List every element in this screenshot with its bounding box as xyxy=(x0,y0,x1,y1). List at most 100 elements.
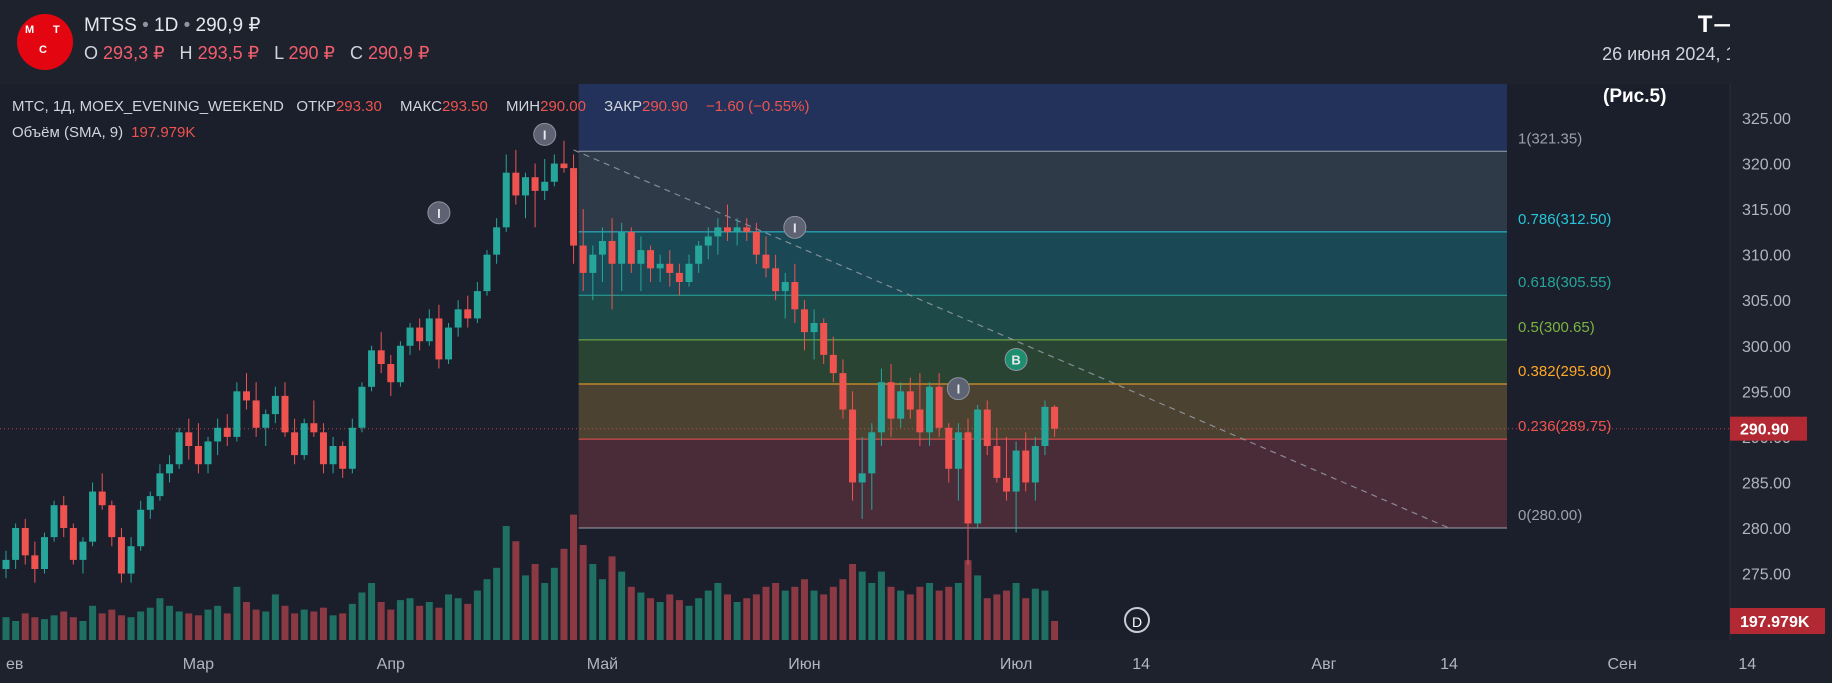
volume-bar xyxy=(964,560,972,640)
event-marker-label: I xyxy=(957,382,961,397)
price-tick-label: 320.00 xyxy=(1742,157,1791,174)
volume-bar xyxy=(204,609,212,640)
candle-body xyxy=(618,231,626,264)
volume-bar xyxy=(512,541,520,640)
volume-bar xyxy=(868,583,876,640)
candle-body xyxy=(445,327,453,360)
candle-body xyxy=(50,505,58,538)
volume-bar xyxy=(791,586,799,640)
candle-body xyxy=(281,395,289,433)
price-tick-label: 305.00 xyxy=(1742,293,1791,310)
volume-legend[interactable]: Объём (SMA, 9) 197.979K xyxy=(12,124,195,141)
time-tick-label: Июл xyxy=(1000,656,1032,673)
volume-bar xyxy=(772,583,780,640)
candle-body xyxy=(368,350,376,387)
candle-body xyxy=(1041,406,1049,446)
volume-bar xyxy=(887,586,895,640)
volume-bar xyxy=(906,594,914,640)
candle-body xyxy=(194,446,202,465)
candle-body xyxy=(781,282,789,292)
volume-bar xyxy=(358,592,366,640)
candle-body xyxy=(743,227,751,232)
candle-body xyxy=(464,309,472,319)
volume-bar xyxy=(550,567,558,640)
volume-bar xyxy=(194,615,202,640)
volume-bar xyxy=(589,564,597,640)
candle-body xyxy=(560,163,568,169)
time-axis-background xyxy=(0,640,1730,683)
volume-bar xyxy=(656,602,664,640)
candle-body xyxy=(185,432,193,446)
price-tick-label: 295.00 xyxy=(1742,384,1791,401)
candle-body xyxy=(656,263,664,269)
candle-body xyxy=(695,245,703,264)
legend-high-value: 293.50 xyxy=(441,98,488,115)
volume-legend-value: 197.979K xyxy=(131,124,196,141)
dividend-marker[interactable]: D xyxy=(1124,607,1150,633)
figure-label: (Рис.5) xyxy=(1603,86,1667,107)
candle-body xyxy=(877,382,885,433)
last-price-tag-label: 290.90 xyxy=(1740,422,1789,439)
candle-body xyxy=(69,528,77,560)
volume-bar xyxy=(175,611,183,640)
fib-level-label: 0.382(295.80) xyxy=(1518,363,1611,380)
volume-bar xyxy=(40,619,48,640)
volume-bar xyxy=(704,590,712,640)
fib-level-label: 0(280.00) xyxy=(1518,507,1582,524)
volume-bar xyxy=(300,609,308,640)
candle-body xyxy=(223,427,231,437)
legend-close-label: ЗАКР xyxy=(604,98,642,115)
candle-body xyxy=(849,409,857,483)
candle-body xyxy=(800,309,808,333)
volume-bar xyxy=(368,583,376,640)
volume-bar xyxy=(435,607,443,640)
volume-bar xyxy=(618,571,626,640)
volume-bar xyxy=(993,594,1001,640)
volume-bar xyxy=(608,556,616,640)
volume-bar xyxy=(137,611,145,640)
candle-body xyxy=(166,464,174,474)
candle-body xyxy=(906,391,914,410)
candle-body xyxy=(396,345,404,383)
candle-body xyxy=(156,473,164,497)
volume-bar xyxy=(926,583,934,640)
volume-bar xyxy=(146,607,154,640)
fib-level-label: 0.786(312.50) xyxy=(1518,211,1611,228)
candle-body xyxy=(262,414,270,428)
candle-body xyxy=(387,364,395,383)
volume-bar xyxy=(1031,588,1039,640)
candle-body xyxy=(473,291,481,319)
time-tick-label: Июн xyxy=(788,656,820,673)
candle-body xyxy=(1002,477,1010,492)
volume-bar xyxy=(89,605,97,640)
candle-body xyxy=(897,391,905,419)
candle-body xyxy=(40,537,48,569)
volume-bar xyxy=(185,613,193,640)
candle-body xyxy=(348,427,356,469)
candle-body xyxy=(416,327,424,342)
volume-bar xyxy=(781,590,789,640)
candle-body xyxy=(406,327,414,346)
volume-bar xyxy=(98,613,106,640)
candle-body xyxy=(637,250,645,264)
candle-body xyxy=(319,432,327,465)
volume-bar xyxy=(945,586,953,640)
volume-bar xyxy=(666,594,674,640)
volume-bar xyxy=(800,579,808,640)
candle-body xyxy=(291,432,299,456)
candle-body xyxy=(502,172,510,228)
candle-body xyxy=(820,323,828,355)
candle-body xyxy=(541,181,549,191)
series-legend[interactable]: МТС, 1Д, MOEX_EVENING_WEEKEND ОТКР293.30… xyxy=(12,98,823,115)
volume-bar xyxy=(974,575,982,640)
volume-bar xyxy=(233,586,241,640)
legend-low-value: 290.00 xyxy=(540,98,586,115)
fib-level-label: 0.618(305.55) xyxy=(1518,274,1611,291)
price-tick-label: 310.00 xyxy=(1742,248,1791,265)
volume-bar xyxy=(733,602,741,640)
legend-low-label: МИН xyxy=(506,98,541,115)
candle-body xyxy=(675,272,683,282)
candle-body xyxy=(243,391,250,401)
volume-bar xyxy=(291,613,299,640)
volume-bar xyxy=(579,545,587,640)
